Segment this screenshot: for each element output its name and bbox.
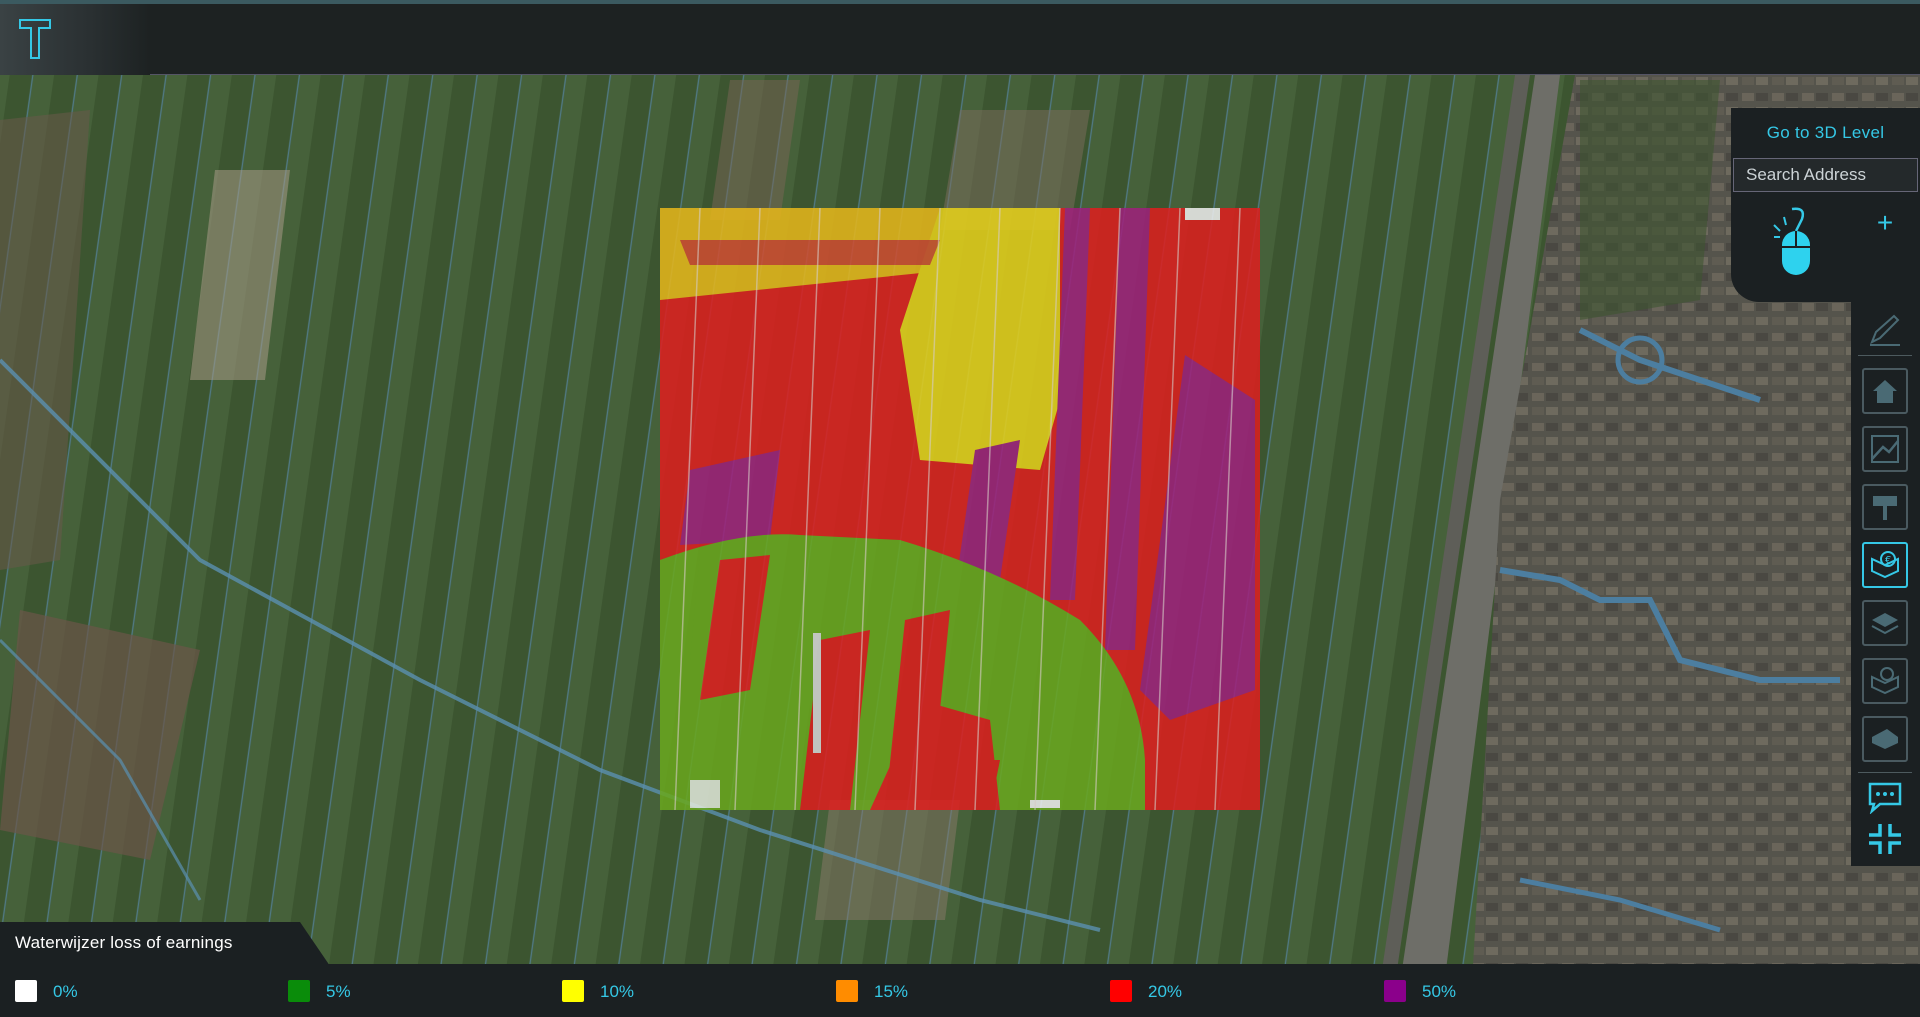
toolbar-divider <box>1858 772 1912 773</box>
layers-icon <box>1871 613 1899 635</box>
overlay-button[interactable]: € <box>1862 542 1908 588</box>
home-button[interactable] <box>1862 368 1908 414</box>
legend-label: 50% <box>1422 982 1457 1001</box>
legend-label: 15% <box>874 982 909 1001</box>
loss-overlay <box>660 207 1260 811</box>
legend-swatch <box>15 980 37 1002</box>
legend-label: 20% <box>1148 982 1183 1001</box>
finance-layer-icon <box>1871 667 1899 695</box>
ground-button[interactable] <box>1862 716 1908 762</box>
zoom-in-button[interactable]: + <box>1870 208 1900 238</box>
legend-swatch <box>1110 980 1132 1002</box>
chat-icon[interactable] <box>1866 780 1904 814</box>
legend-label: 10% <box>600 982 635 1001</box>
collapse-icon[interactable] <box>1866 822 1904 856</box>
terrain-icon <box>1871 435 1899 463</box>
legend-swatch <box>1384 980 1406 1002</box>
sign-icon <box>1873 496 1897 520</box>
layers-button[interactable] <box>1862 600 1908 646</box>
app-root: Go to 3D Level Search Address + € Waterw… <box>0 0 1920 1017</box>
toolbar-divider <box>1858 355 1912 356</box>
pencil-icon[interactable] <box>1866 310 1904 348</box>
legend-title: Waterwijzer loss of earnings <box>15 933 233 952</box>
legend-label: 5% <box>326 982 351 1001</box>
home-icon <box>1873 380 1897 403</box>
app-logo[interactable] <box>0 4 150 75</box>
tygron-logo-icon <box>19 19 51 59</box>
terrain-button[interactable] <box>1862 426 1908 472</box>
legend-swatch <box>836 980 858 1002</box>
goto-3d-level-button[interactable]: Go to 3D Level <box>1731 115 1920 151</box>
svg-text:€: € <box>1885 555 1891 566</box>
overlay-money-icon: € <box>1871 551 1899 579</box>
search-address-input[interactable]: Search Address <box>1733 158 1918 192</box>
legend-swatch <box>562 980 584 1002</box>
ground-icon <box>1872 729 1898 749</box>
top-bar <box>0 0 1920 75</box>
finance-layer-button[interactable] <box>1862 658 1908 704</box>
map-view[interactable] <box>0 0 1920 1017</box>
legend-label: 0% <box>53 982 78 1001</box>
legend-swatch <box>288 980 310 1002</box>
mouse-icon[interactable] <box>1772 205 1820 283</box>
sign-button[interactable] <box>1862 484 1908 530</box>
